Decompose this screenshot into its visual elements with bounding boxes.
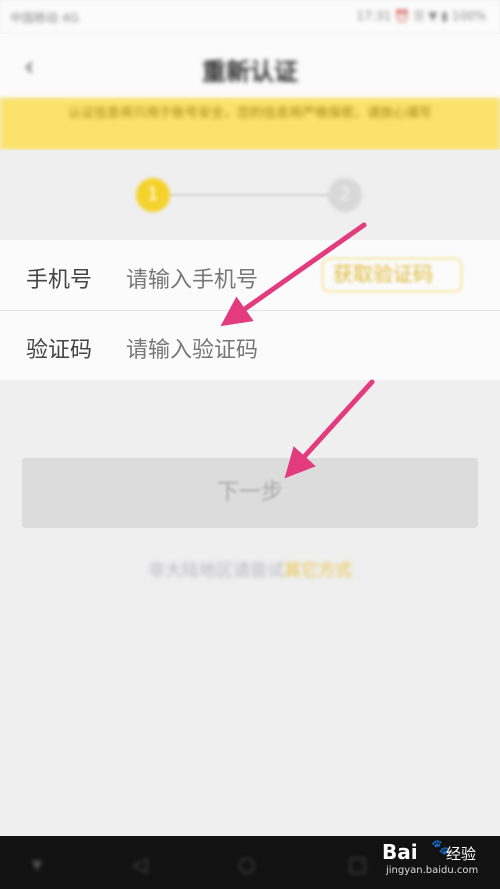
arrow-to-next-button: [284, 379, 375, 479]
annotation-arrows: [220, 222, 375, 479]
arrow-to-code-input: [220, 222, 367, 327]
